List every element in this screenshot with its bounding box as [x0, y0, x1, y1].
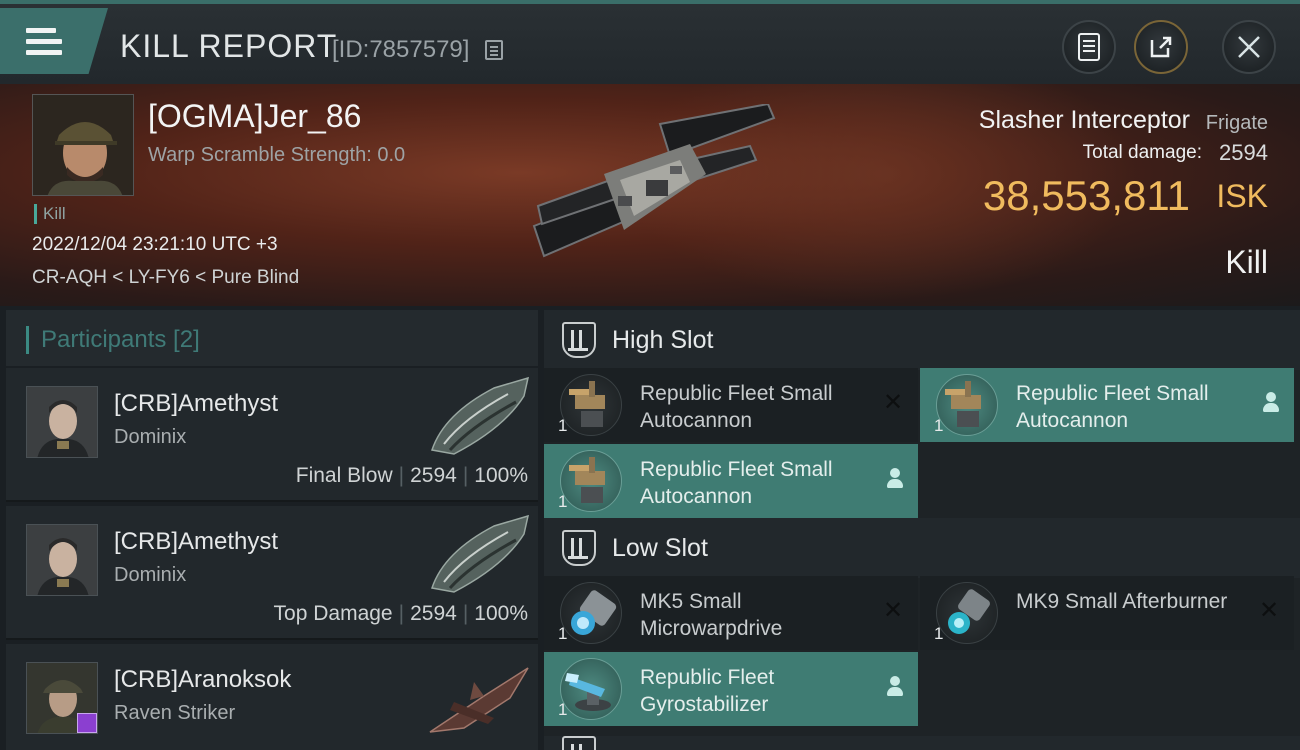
- high-slot-title: High Slot: [612, 326, 714, 354]
- victim-name[interactable]: [OGMA]Jer_86: [148, 98, 361, 135]
- notes-button[interactable]: [1062, 20, 1116, 74]
- module-slot[interactable]: 1 Republic Fleet Small Autocannon: [920, 368, 1294, 442]
- victim-banner: [OGMA]Jer_86 Warp Scramble Strength: 0.0…: [0, 84, 1300, 306]
- page-title: KILL REPORT: [120, 28, 338, 64]
- module-slot[interactable]: 1 MK5 Small Microwarpdrive ✕: [544, 576, 918, 650]
- participant-damage: 2594: [410, 464, 457, 487]
- kill-location[interactable]: CR-AQH < LY-FY6 < Pure Blind: [32, 267, 299, 289]
- destroyed-x-icon: ✕: [882, 597, 904, 624]
- warp-scramble-strength: Warp Scramble Strength: 0.0: [148, 144, 406, 166]
- destroyed-x-icon: ✕: [882, 389, 904, 416]
- high-slot-header: High Slot: [544, 310, 1300, 370]
- next-slot-header: [544, 736, 1300, 750]
- module-slot[interactable]: 1 MK9 Small Afterburner ✕: [920, 576, 1294, 650]
- participant-role: Final Blow: [295, 464, 393, 487]
- module-slot[interactable]: 1 Republic Fleet Small Autocannon ✕: [544, 368, 918, 442]
- module-name: MK9 Small Afterburner: [1016, 590, 1228, 613]
- participant-ship-image: [431, 376, 530, 455]
- module-quantity: 1: [558, 700, 568, 719]
- high-slot-icon: [562, 322, 596, 358]
- close-button[interactable]: [1222, 20, 1276, 74]
- kill-tag: Kill: [34, 204, 66, 224]
- participant-ship: Dominix: [114, 426, 187, 448]
- share-button[interactable]: [1134, 20, 1188, 74]
- participant-avatar[interactable]: [26, 524, 98, 596]
- participant-stats: Final Blow | 2594 | 100%: [295, 464, 528, 487]
- module-quantity: 1: [558, 416, 568, 435]
- mid-slot-icon: [562, 736, 596, 750]
- participant-name: [CRB]Amethyst: [114, 528, 279, 555]
- victim-ship-name[interactable]: Slasher Interceptor: [979, 106, 1190, 135]
- module-name: Republic Fleet Small Autocannon: [640, 458, 833, 508]
- participant-percent: 100%: [474, 464, 528, 487]
- afterburner-icon: [936, 582, 998, 644]
- participant-stats: Top Damage | 2594 | 100%: [273, 602, 528, 625]
- participants-header: Participants [2]: [6, 310, 538, 366]
- top-bar: KILL REPORT [ID:7857579]: [0, 0, 1300, 84]
- microwarpdrive-icon: [560, 582, 622, 644]
- menu-button[interactable]: [0, 8, 108, 74]
- participants-panel: Participants [2] [CRB]Amethyst Dominix F…: [6, 310, 538, 750]
- participant-role: Top Damage: [273, 602, 393, 625]
- share-icon: [1136, 22, 1186, 72]
- participant-avatar[interactable]: [26, 386, 98, 458]
- autocannon-icon: [560, 450, 622, 512]
- participant-ship: Dominix: [114, 564, 187, 586]
- participant-name: [CRB]Amethyst: [114, 390, 279, 417]
- copy-icon[interactable]: [485, 40, 503, 60]
- module-slot[interactable]: 1 Republic Fleet Gyrostabilizer: [544, 652, 918, 726]
- low-slot-icon: [562, 530, 596, 566]
- participant-name: [CRB]Aranoksok: [114, 666, 292, 693]
- participants-title: Participants [2]: [26, 326, 200, 354]
- module-name: Republic Fleet Small Autocannon: [1016, 382, 1209, 432]
- destroyed-x-icon: ✕: [1258, 597, 1280, 624]
- gyrostabilizer-icon: [560, 658, 622, 720]
- isk-unit: ISK: [1216, 178, 1268, 214]
- person-icon: [886, 676, 904, 698]
- module-name: Republic Fleet Gyrostabilizer: [640, 666, 775, 716]
- result-label: Kill: [1225, 244, 1268, 280]
- fitting-panel: High Slot 1 Republic Fleet Small Autocan…: [544, 310, 1300, 750]
- participant-damage: 2594: [410, 602, 457, 625]
- total-damage-value: 2594: [1219, 140, 1268, 165]
- participant-card[interactable]: [CRB]Amethyst Dominix Top Damage | 2594 | 10…: [6, 506, 538, 640]
- autocannon-icon: [936, 374, 998, 436]
- participant-card[interactable]: [CRB]Aranoksok Raven Striker: [6, 644, 538, 750]
- module-quantity: 1: [934, 416, 944, 435]
- module-name: MK5 Small Microwarpdrive: [640, 590, 783, 640]
- menu-icon: [26, 28, 62, 58]
- module-name: Republic Fleet Small Autocannon: [640, 382, 833, 432]
- person-icon: [1262, 392, 1280, 414]
- notes-icon: [1064, 22, 1114, 72]
- low-slot-header: Low Slot: [544, 518, 1300, 578]
- participant-avatar[interactable]: [26, 662, 98, 734]
- corp-role-badge: [77, 713, 97, 733]
- module-quantity: 1: [934, 624, 944, 643]
- participant-card[interactable]: [CRB]Amethyst Dominix Final Blow | 2594 | 10…: [6, 368, 538, 502]
- autocannon-icon: [560, 374, 622, 436]
- kill-datetime: 2022/12/04 23:21:10 UTC +3: [32, 234, 278, 255]
- participant-ship: Raven Striker: [114, 702, 236, 724]
- total-damage-label: Total damage:: [1082, 142, 1202, 163]
- module-quantity: 1: [558, 624, 568, 643]
- participant-ship-image: [431, 514, 530, 593]
- module-quantity: 1: [558, 492, 568, 511]
- participant-percent: 100%: [474, 602, 528, 625]
- report-id: [ID:7857579]: [332, 36, 470, 63]
- victim-ship-image: [532, 104, 776, 258]
- isk-value: 38,553,811: [982, 172, 1190, 219]
- module-slot[interactable]: 1 Republic Fleet Small Autocannon: [544, 444, 918, 518]
- victim-avatar[interactable]: [32, 94, 134, 196]
- victim-ship-class: Frigate: [1205, 112, 1268, 134]
- participant-ship-image: [429, 667, 529, 733]
- close-icon: [1224, 22, 1274, 72]
- person-icon: [886, 468, 904, 490]
- low-slot-title: Low Slot: [612, 534, 708, 562]
